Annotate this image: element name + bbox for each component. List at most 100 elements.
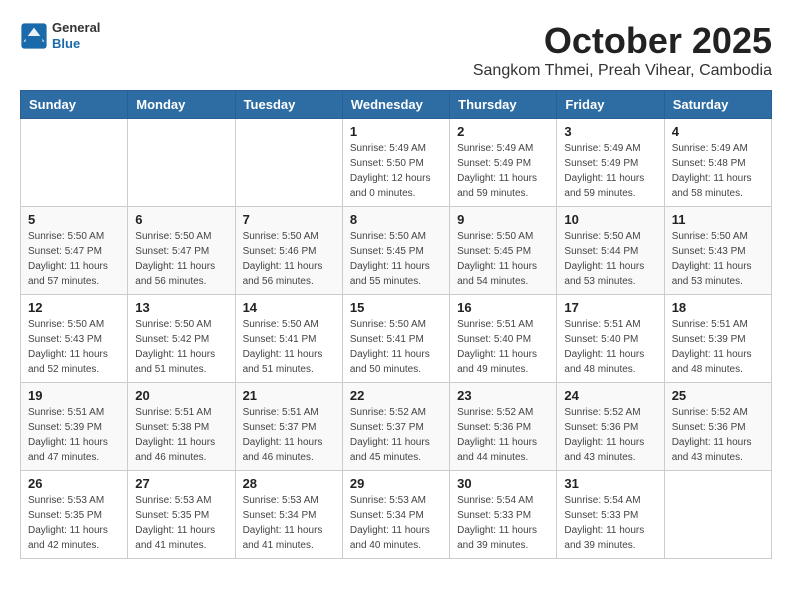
logo: General Blue xyxy=(20,20,100,51)
calendar-cell: 19 Sunrise: 5:51 AM Sunset: 5:39 PM Dayli… xyxy=(21,383,128,471)
day-number: 5 xyxy=(28,212,120,227)
calendar-cell: 26Sunrise: 5:53 AM Sunset: 5:35 PM Dayli… xyxy=(21,471,128,559)
calendar-cell xyxy=(235,119,342,207)
day-info: Sunrise: 5:50 AM Sunset: 5:45 PM Dayligh… xyxy=(457,229,549,289)
calendar-cell: 15 Sunrise: 5:50 AM Sunset: 5:41 PM Dayli… xyxy=(342,295,449,383)
day-info: Sunrise: 5:49 AM Sunset: 5:50 PM Dayligh… xyxy=(350,141,442,201)
day-info: Sunrise: 5:52 AM Sunset: 5:36 PM Dayligh… xyxy=(672,405,764,465)
calendar-cell: 14Sunrise: 5:50 AM Sunset: 5:41 PM Dayli… xyxy=(235,295,342,383)
day-info: Sunrise: 5:51 AM Sunset: 5:37 PM Dayligh… xyxy=(243,405,335,465)
calendar-cell: 28 Sunrise: 5:53 AM Sunset: 5:34 PM Dayli… xyxy=(235,471,342,559)
day-info: Sunrise: 5:49 AM Sunset: 5:49 PM Dayligh… xyxy=(564,141,656,201)
calendar-cell: 12 Sunrise: 5:50 AM Sunset: 5:43 PM Dayli… xyxy=(21,295,128,383)
weekday-header: Thursday xyxy=(450,91,557,119)
day-info: Sunrise: 5:51 AM Sunset: 5:40 PM Dayligh… xyxy=(564,317,656,377)
weekday-header: Wednesday xyxy=(342,91,449,119)
day-number: 4 xyxy=(672,124,764,139)
day-number: 29 xyxy=(350,476,442,491)
weekday-header: Sunday xyxy=(21,91,128,119)
logo-general: General xyxy=(52,20,100,36)
day-info: Sunrise: 5:54 AM Sunset: 5:33 PM Dayligh… xyxy=(564,493,656,553)
calendar-cell: 2Sunrise: 5:49 AM Sunset: 5:49 PM Daylig… xyxy=(450,119,557,207)
day-info: Sunrise: 5:51 AM Sunset: 5:38 PM Dayligh… xyxy=(135,405,227,465)
day-number: 26 xyxy=(28,476,120,491)
calendar-header-row: SundayMondayTuesdayWednesdayThursdayFrid… xyxy=(21,91,772,119)
calendar-week-row: 26Sunrise: 5:53 AM Sunset: 5:35 PM Dayli… xyxy=(21,471,772,559)
calendar-cell: 22 Sunrise: 5:52 AM Sunset: 5:37 PM Dayli… xyxy=(342,383,449,471)
calendar-cell: 16Sunrise: 5:51 AM Sunset: 5:40 PM Dayli… xyxy=(450,295,557,383)
calendar-cell: 6 Sunrise: 5:50 AM Sunset: 5:47 PM Daylig… xyxy=(128,207,235,295)
page-header: General Blue October 2025 Sangkom Thmei,… xyxy=(20,20,772,80)
day-number: 9 xyxy=(457,212,549,227)
day-info: Sunrise: 5:54 AM Sunset: 5:33 PM Dayligh… xyxy=(457,493,549,553)
weekday-header: Saturday xyxy=(664,91,771,119)
calendar-cell: 24 Sunrise: 5:52 AM Sunset: 5:36 PM Dayli… xyxy=(557,383,664,471)
calendar-cell: 29 Sunrise: 5:53 AM Sunset: 5:34 PM Dayli… xyxy=(342,471,449,559)
month-title: October 2025 xyxy=(473,20,772,62)
day-number: 1 xyxy=(350,124,442,139)
calendar-week-row: 12 Sunrise: 5:50 AM Sunset: 5:43 PM Dayli… xyxy=(21,295,772,383)
calendar-cell xyxy=(128,119,235,207)
day-number: 8 xyxy=(350,212,442,227)
day-number: 3 xyxy=(564,124,656,139)
day-number: 30 xyxy=(457,476,549,491)
day-info: Sunrise: 5:50 AM Sunset: 5:41 PM Dayligh… xyxy=(350,317,442,377)
day-info: Sunrise: 5:53 AM Sunset: 5:34 PM Dayligh… xyxy=(350,493,442,553)
day-number: 25 xyxy=(672,388,764,403)
day-number: 28 xyxy=(243,476,335,491)
day-info: Sunrise: 5:50 AM Sunset: 5:41 PM Dayligh… xyxy=(243,317,335,377)
day-info: Sunrise: 5:50 AM Sunset: 5:43 PM Dayligh… xyxy=(28,317,120,377)
day-number: 7 xyxy=(243,212,335,227)
calendar-cell: 30 Sunrise: 5:54 AM Sunset: 5:33 PM Dayli… xyxy=(450,471,557,559)
calendar-cell: 13 Sunrise: 5:50 AM Sunset: 5:42 PM Dayli… xyxy=(128,295,235,383)
calendar-cell: 27Sunrise: 5:53 AM Sunset: 5:35 PM Dayli… xyxy=(128,471,235,559)
calendar-cell: 9 Sunrise: 5:50 AM Sunset: 5:45 PM Daylig… xyxy=(450,207,557,295)
calendar-cell: 31Sunrise: 5:54 AM Sunset: 5:33 PM Dayli… xyxy=(557,471,664,559)
day-info: Sunrise: 5:50 AM Sunset: 5:47 PM Dayligh… xyxy=(135,229,227,289)
day-info: Sunrise: 5:50 AM Sunset: 5:47 PM Dayligh… xyxy=(28,229,120,289)
calendar-cell xyxy=(21,119,128,207)
weekday-header: Monday xyxy=(128,91,235,119)
calendar-cell: 23Sunrise: 5:52 AM Sunset: 5:36 PM Dayli… xyxy=(450,383,557,471)
logo-text: General Blue xyxy=(52,20,100,51)
calendar-week-row: 19 Sunrise: 5:51 AM Sunset: 5:39 PM Dayli… xyxy=(21,383,772,471)
day-number: 15 xyxy=(350,300,442,315)
calendar-week-row: 1 Sunrise: 5:49 AM Sunset: 5:50 PM Daylig… xyxy=(21,119,772,207)
calendar: SundayMondayTuesdayWednesdayThursdayFrid… xyxy=(20,90,772,559)
day-number: 11 xyxy=(672,212,764,227)
day-number: 21 xyxy=(243,388,335,403)
calendar-cell: 7Sunrise: 5:50 AM Sunset: 5:46 PM Daylig… xyxy=(235,207,342,295)
calendar-cell: 3 Sunrise: 5:49 AM Sunset: 5:49 PM Daylig… xyxy=(557,119,664,207)
day-info: Sunrise: 5:51 AM Sunset: 5:39 PM Dayligh… xyxy=(28,405,120,465)
day-number: 6 xyxy=(135,212,227,227)
day-info: Sunrise: 5:50 AM Sunset: 5:43 PM Dayligh… xyxy=(672,229,764,289)
day-number: 24 xyxy=(564,388,656,403)
calendar-cell: 4Sunrise: 5:49 AM Sunset: 5:48 PM Daylig… xyxy=(664,119,771,207)
calendar-cell xyxy=(664,471,771,559)
day-info: Sunrise: 5:50 AM Sunset: 5:42 PM Dayligh… xyxy=(135,317,227,377)
day-info: Sunrise: 5:52 AM Sunset: 5:36 PM Dayligh… xyxy=(457,405,549,465)
title-section: October 2025 Sangkom Thmei, Preah Vihear… xyxy=(473,20,772,80)
calendar-cell: 1 Sunrise: 5:49 AM Sunset: 5:50 PM Daylig… xyxy=(342,119,449,207)
day-number: 22 xyxy=(350,388,442,403)
day-info: Sunrise: 5:53 AM Sunset: 5:34 PM Dayligh… xyxy=(243,493,335,553)
day-info: Sunrise: 5:52 AM Sunset: 5:37 PM Dayligh… xyxy=(350,405,442,465)
day-number: 12 xyxy=(28,300,120,315)
day-info: Sunrise: 5:50 AM Sunset: 5:45 PM Dayligh… xyxy=(350,229,442,289)
day-number: 19 xyxy=(28,388,120,403)
location-title: Sangkom Thmei, Preah Vihear, Cambodia xyxy=(473,62,772,80)
logo-icon xyxy=(20,22,48,50)
day-info: Sunrise: 5:52 AM Sunset: 5:36 PM Dayligh… xyxy=(564,405,656,465)
calendar-cell: 5 Sunrise: 5:50 AM Sunset: 5:47 PM Daylig… xyxy=(21,207,128,295)
day-number: 17 xyxy=(564,300,656,315)
calendar-cell: 18Sunrise: 5:51 AM Sunset: 5:39 PM Dayli… xyxy=(664,295,771,383)
day-number: 13 xyxy=(135,300,227,315)
day-info: Sunrise: 5:51 AM Sunset: 5:40 PM Dayligh… xyxy=(457,317,549,377)
day-info: Sunrise: 5:50 AM Sunset: 5:44 PM Dayligh… xyxy=(564,229,656,289)
weekday-header: Friday xyxy=(557,91,664,119)
day-number: 2 xyxy=(457,124,549,139)
calendar-cell: 8 Sunrise: 5:50 AM Sunset: 5:45 PM Daylig… xyxy=(342,207,449,295)
day-info: Sunrise: 5:51 AM Sunset: 5:39 PM Dayligh… xyxy=(672,317,764,377)
calendar-cell: 17 Sunrise: 5:51 AM Sunset: 5:40 PM Dayli… xyxy=(557,295,664,383)
logo-blue: Blue xyxy=(52,36,100,52)
